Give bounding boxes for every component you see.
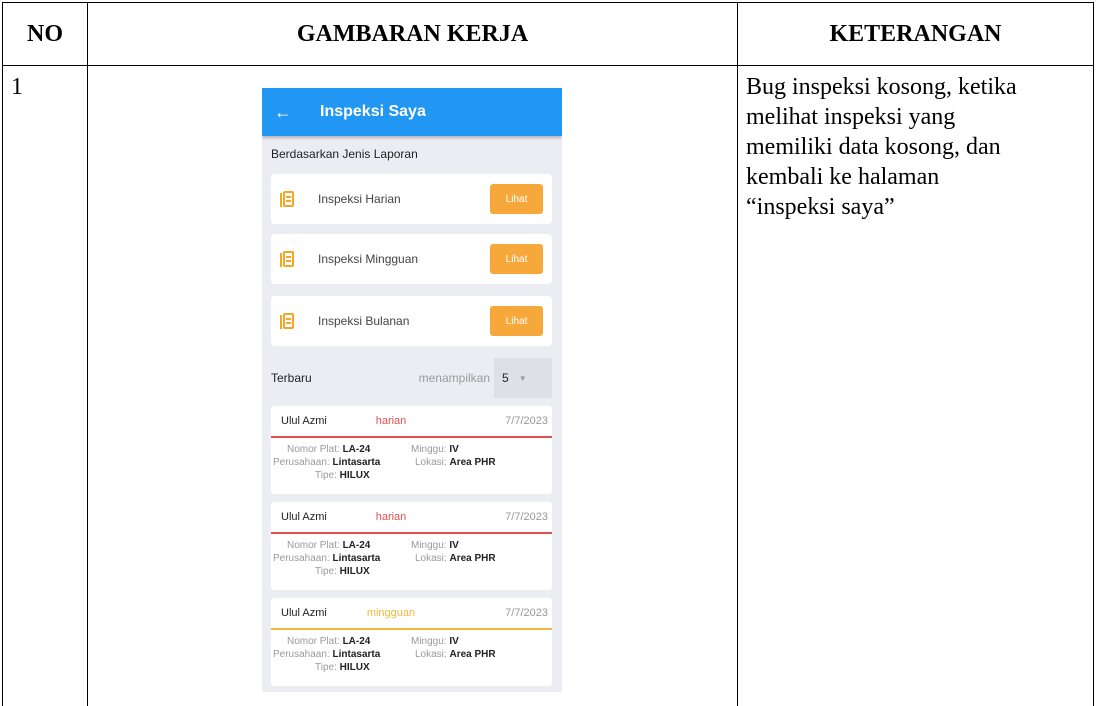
lihat-bulanan-button[interactable]: Lihat bbox=[490, 306, 543, 336]
week-field: Minggu: IV bbox=[411, 636, 459, 647]
lihat-mingguan-button[interactable]: Lihat bbox=[490, 244, 543, 274]
app-bar: ← Inspeksi Saya bbox=[262, 88, 562, 136]
inspection-details: Nomor Plat: LA-24 Minggu: IV Perusahaan:… bbox=[271, 630, 552, 686]
plate-field: Nomor Plat: LA-24 bbox=[287, 540, 371, 551]
inspection-date: 7/7/2023 bbox=[505, 607, 548, 619]
keterangan-cell: Bug inspeksi kosong, ketika melihat insp… bbox=[737, 65, 1094, 706]
latest-header: Terbaru menampilkan 5 ▼ bbox=[271, 358, 552, 398]
inspection-card[interactable]: Ulul Azmi harian 7/7/2023 Nomor Plat: LA… bbox=[271, 406, 552, 494]
back-arrow-icon[interactable]: ← bbox=[274, 102, 310, 123]
report-label: Inspeksi Mingguan bbox=[318, 252, 419, 266]
keterangan-line: kembali ke halaman bbox=[746, 164, 940, 190]
inspection-header: Ulul Azmi harian 7/7/2023 bbox=[271, 406, 552, 436]
inspection-header: Ulul Azmi mingguan 7/7/2023 bbox=[271, 598, 552, 628]
vehicle-type-field: Tipe: HILUX bbox=[315, 470, 370, 481]
keterangan-line: melihat inspeksi yang bbox=[746, 104, 956, 130]
show-count-label: menampilkan bbox=[418, 371, 490, 385]
inspection-details: Nomor Plat: LA-24 Minggu: IV Perusahaan:… bbox=[271, 438, 552, 494]
document-icon bbox=[280, 190, 294, 208]
report-card-harian: Inspeksi Harian Lihat bbox=[271, 174, 552, 224]
header-no: NO bbox=[2, 2, 88, 66]
vehicle-type-field: Tipe: HILUX bbox=[315, 662, 370, 673]
inspection-date: 7/7/2023 bbox=[505, 415, 548, 427]
inspection-header: Ulul Azmi harian 7/7/2023 bbox=[271, 502, 552, 532]
count-value: 5 bbox=[502, 371, 509, 385]
row-number: 1 bbox=[2, 65, 88, 706]
week-field: Minggu: IV bbox=[411, 540, 459, 551]
location-field: Lokasi: Area PHR bbox=[415, 553, 496, 564]
document-icon bbox=[280, 250, 294, 268]
location-field: Lokasi: Area PHR bbox=[415, 649, 496, 660]
report-card-bulanan: Inspeksi Bulanan Lihat bbox=[271, 296, 552, 346]
plate-field: Nomor Plat: LA-24 bbox=[287, 636, 371, 647]
company-field: Perusahaan: Lintasarta bbox=[273, 649, 381, 660]
section-title: Berdasarkan Jenis Laporan bbox=[271, 147, 418, 161]
keterangan-line: Bug inspeksi kosong, ketika bbox=[746, 74, 1017, 100]
header-gambaran-kerja: GAMBARAN KERJA bbox=[87, 2, 738, 66]
inspection-details: Nomor Plat: LA-24 Minggu: IV Perusahaan:… bbox=[271, 534, 552, 590]
inspection-type: harian bbox=[375, 511, 407, 523]
lihat-harian-button[interactable]: Lihat bbox=[490, 184, 543, 214]
inspection-card[interactable]: Ulul Azmi mingguan 7/7/2023 Nomor Plat: … bbox=[271, 598, 552, 686]
inspection-type: harian bbox=[375, 415, 407, 427]
plate-field: Nomor Plat: LA-24 bbox=[287, 444, 371, 455]
count-dropdown[interactable]: 5 ▼ bbox=[494, 358, 552, 398]
keterangan-line: “inspeksi saya” bbox=[746, 194, 895, 220]
vehicle-type-field: Tipe: HILUX bbox=[315, 566, 370, 577]
table-header-row: NO GAMBARAN KERJA KETERANGAN bbox=[2, 2, 1094, 66]
page-title: Inspeksi Saya bbox=[320, 103, 426, 120]
inspection-type: mingguan bbox=[366, 607, 416, 619]
inspection-card[interactable]: Ulul Azmi harian 7/7/2023 Nomor Plat: LA… bbox=[271, 502, 552, 590]
app-screenshot: ← Inspeksi Saya Berdasarkan Jenis Lapora… bbox=[262, 88, 562, 692]
latest-label: Terbaru bbox=[271, 371, 312, 385]
chevron-down-icon: ▼ bbox=[518, 373, 527, 383]
report-label: Inspeksi Bulanan bbox=[318, 314, 410, 328]
inspection-date: 7/7/2023 bbox=[505, 511, 548, 523]
document-icon bbox=[280, 312, 294, 330]
location-field: Lokasi: Area PHR bbox=[415, 457, 496, 468]
report-label: Inspeksi Harian bbox=[318, 192, 401, 206]
week-field: Minggu: IV bbox=[411, 444, 459, 455]
company-field: Perusahaan: Lintasarta bbox=[273, 457, 381, 468]
company-field: Perusahaan: Lintasarta bbox=[273, 553, 381, 564]
keterangan-line: memiliki data kosong, dan bbox=[746, 134, 1001, 160]
report-card-mingguan: Inspeksi Mingguan Lihat bbox=[271, 234, 552, 284]
header-keterangan: KETERANGAN bbox=[737, 2, 1094, 66]
